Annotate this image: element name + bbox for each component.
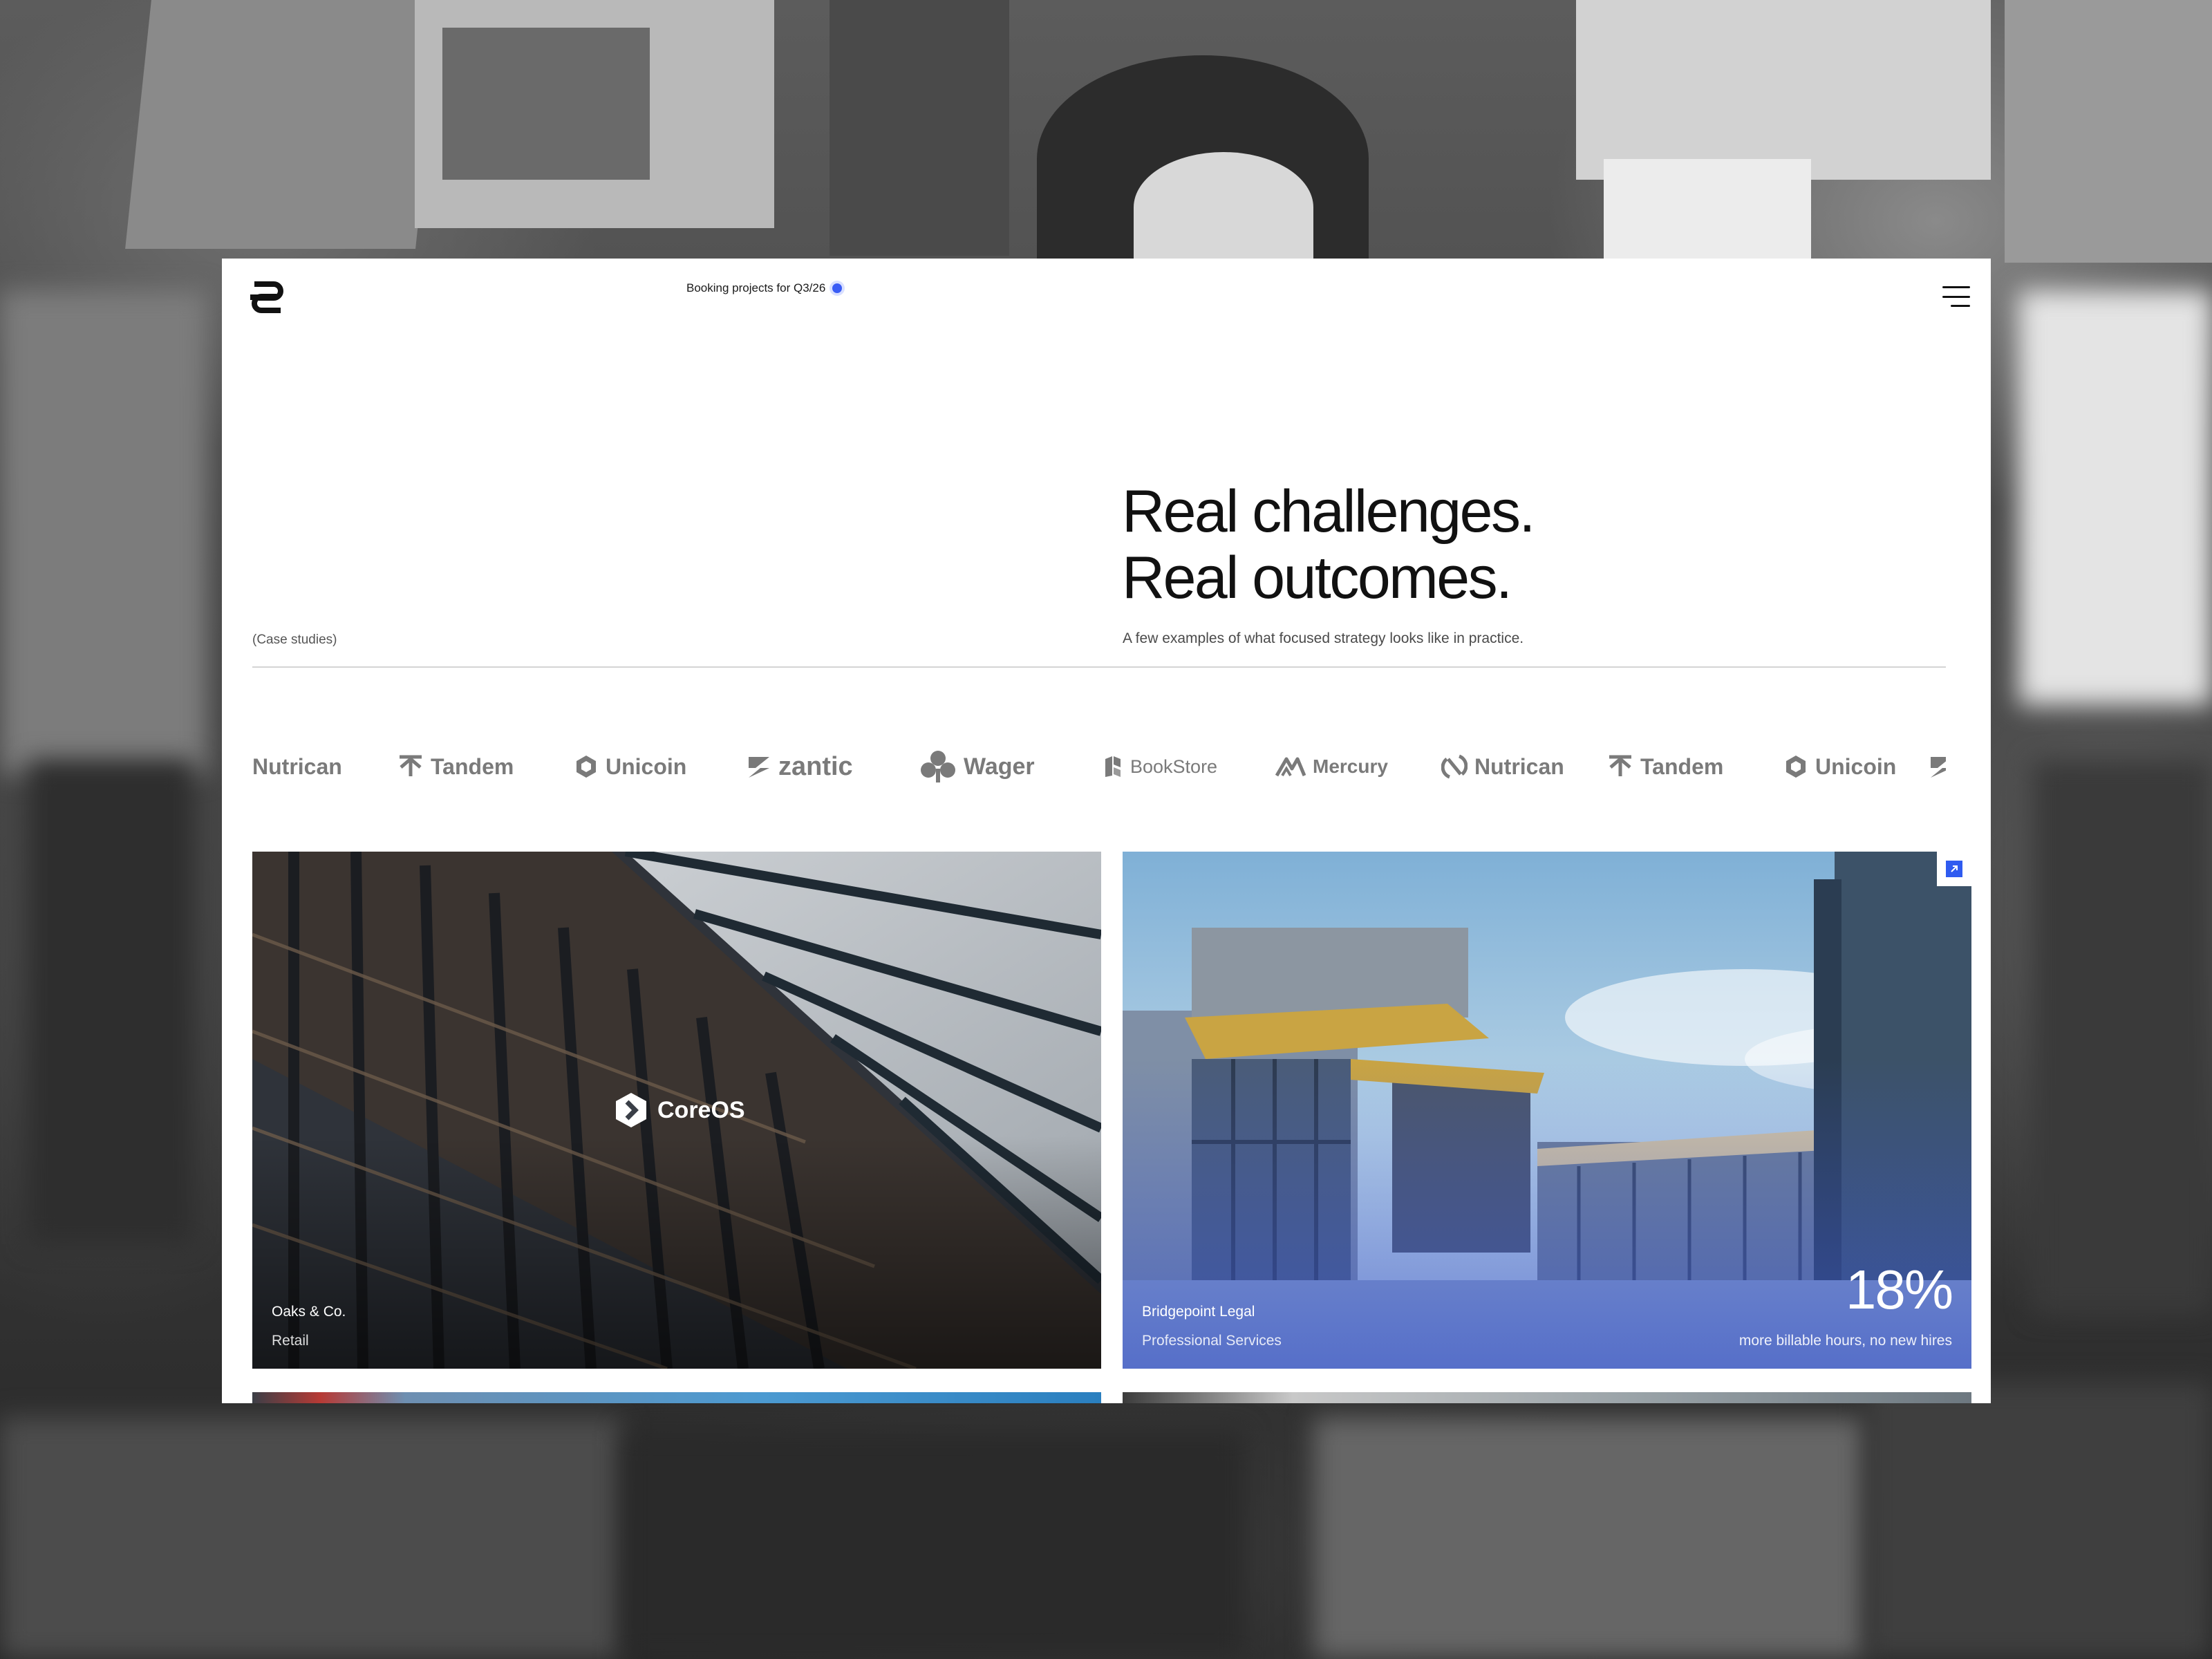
zantic-logo-icon: [749, 757, 769, 778]
site-header: Booking projects for Q3/26: [222, 259, 1991, 335]
client-name: BookStore: [1130, 756, 1218, 777]
client-logo: Unicoin: [1783, 735, 1896, 798]
unicoin-logo-icon: [1786, 756, 1806, 778]
client-logo: [1929, 735, 1946, 798]
status-dot-icon: [832, 283, 843, 293]
wager-logo-icon: [921, 751, 955, 782]
coreos-logo-icon: [616, 1093, 646, 1127]
card-brand-name: CoreOS: [657, 1096, 745, 1123]
case-study-card-oaks[interactable]: CoreOS Oaks & Co. Retail: [252, 852, 1101, 1369]
client-logo: zantic: [747, 735, 853, 798]
arrow-up-right-icon: [1946, 861, 1962, 877]
hero-title-line-1: Real challenges.: [1122, 478, 1535, 545]
client-name: Nutrican: [1474, 753, 1564, 779]
open-case-study-button[interactable]: [1937, 852, 1971, 886]
client-name: zantic: [778, 751, 853, 781]
card-client-sector: Retail: [272, 1333, 309, 1349]
menu-line: [1942, 295, 1970, 298]
section-divider: [252, 666, 1946, 668]
card-client-name: Oaks & Co.: [272, 1304, 346, 1320]
menu-line: [1942, 286, 1970, 288]
mercury-logo-icon: [1275, 757, 1306, 777]
nutrican-logo-icon: [1441, 754, 1468, 779]
case-study-card-partial[interactable]: [252, 1392, 1101, 1403]
client-logo: BookStore: [1103, 735, 1217, 798]
tandem-logo-icon: [1609, 755, 1631, 776]
card-brand-logo: CoreOS: [612, 1091, 745, 1130]
bookstore-logo-icon: [1105, 756, 1121, 777]
booking-status: Booking projects for Q3/26: [686, 281, 843, 295]
client-logo: Nutrican: [1441, 735, 1564, 798]
website-page: Booking projects for Q3/26 Real challeng…: [222, 259, 1991, 1403]
client-name: Unicoin: [606, 753, 687, 779]
client-logo: Tandem: [397, 735, 514, 798]
case-study-card-bridgepoint[interactable]: 18% more billable hours, no new hires Br…: [1123, 852, 1971, 1369]
client-logo-strip: Nutrican Tandem Unicoin zantic Wager Boo…: [252, 735, 1946, 798]
client-name: Tandem: [431, 753, 514, 779]
hamburger-menu-icon[interactable]: [1942, 286, 1970, 307]
unicoin-logo-icon: [577, 756, 596, 778]
zantic-logo-icon: [1931, 757, 1946, 778]
client-name: Tandem: [1640, 753, 1724, 779]
client-logo: Tandem: [1607, 735, 1723, 798]
case-study-card-partial[interactable]: [1123, 1392, 1971, 1403]
card-client-sector: Professional Services: [1142, 1333, 1282, 1349]
hero-title: Real challenges. Real outcomes.: [1122, 478, 1535, 611]
card-stat-label: more billable hours, no new hires: [1738, 1333, 1952, 1349]
client-name: Wager: [964, 753, 1035, 780]
client-name: Nutrican: [252, 753, 342, 779]
booking-text: Booking projects for Q3/26: [686, 281, 826, 294]
menu-line: [1951, 305, 1970, 307]
card-stat-value: 18%: [1845, 1259, 1953, 1320]
tandem-logo-icon: [400, 755, 422, 776]
client-logo: Mercury: [1275, 735, 1388, 798]
studio-logo-icon[interactable]: [250, 280, 285, 315]
hero-subtitle: A few examples of what focused strategy …: [1123, 630, 1524, 646]
card-client-name: Bridgepoint Legal: [1142, 1304, 1255, 1320]
client-logo: Wager: [919, 735, 1035, 798]
storefront-photo: [1123, 852, 1971, 1369]
client-name: Unicoin: [1815, 753, 1897, 779]
section-label: (Case studies): [252, 632, 337, 647]
hero-title-line-2: Real outcomes.: [1122, 545, 1512, 611]
client-logo: Nutrican: [252, 735, 342, 798]
client-name: Mercury: [1313, 756, 1388, 777]
client-logo: Unicoin: [574, 735, 686, 798]
